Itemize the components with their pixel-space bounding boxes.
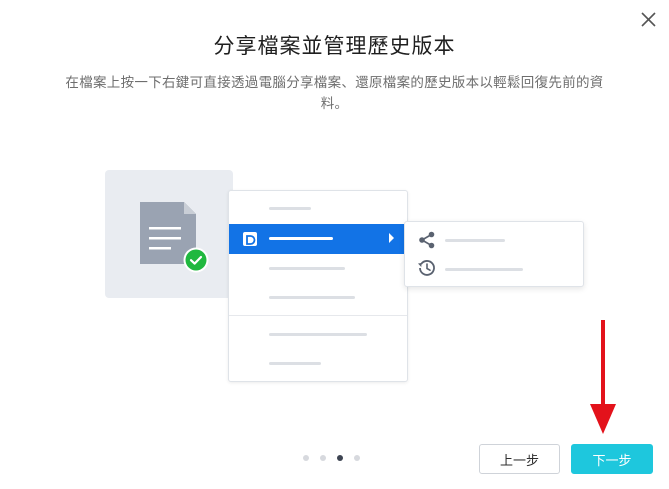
document-tile	[105, 170, 233, 298]
submenu-placeholder-line	[445, 239, 505, 242]
next-step-button[interactable]: 下一步	[571, 444, 653, 474]
app-logo-icon	[243, 232, 257, 246]
pager-dot[interactable]	[303, 455, 309, 461]
menu-placeholder-line	[269, 296, 355, 299]
pager-dots	[303, 455, 360, 463]
submenu-arrow-icon	[389, 233, 394, 243]
red-arrow-annotation	[590, 320, 616, 434]
submenu-illustration	[404, 221, 584, 287]
menu-placeholder-line	[269, 333, 367, 336]
menu-item-highlighted	[229, 224, 407, 254]
pager-dot[interactable]	[354, 455, 360, 461]
check-badge-icon	[183, 247, 209, 273]
dialog-title: 分享檔案並管理歷史版本	[213, 34, 456, 58]
menu-placeholder-line	[269, 207, 311, 210]
menu-item-line	[269, 237, 333, 240]
context-menu-illustration	[228, 190, 408, 382]
pager-dot-current[interactable]	[337, 455, 343, 461]
submenu-placeholder-line	[445, 268, 523, 271]
history-icon	[418, 260, 435, 276]
share-icon	[419, 231, 435, 249]
pager-dot[interactable]	[320, 455, 326, 461]
menu-divider	[229, 315, 407, 316]
dialog-subtitle: 在檔案上按一下右鍵可直接透過電腦分享檔案、還原檔案的歷史版本以輕鬆回復先前的資料…	[65, 75, 604, 112]
menu-placeholder-line	[269, 267, 345, 270]
menu-placeholder-line	[269, 362, 321, 365]
previous-step-button[interactable]: 上一步	[479, 444, 560, 474]
